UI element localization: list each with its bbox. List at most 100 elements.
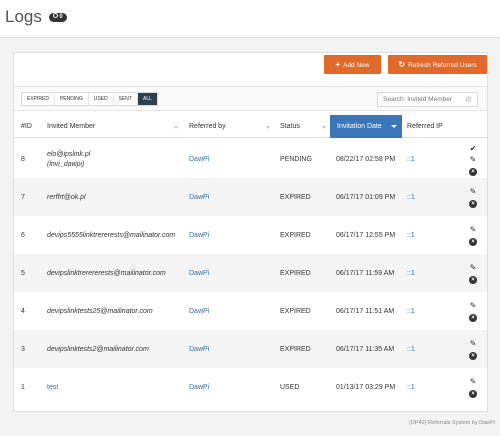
referred-by-link[interactable]: DawPi <box>189 346 209 353</box>
sort-icon <box>266 126 270 129</box>
pencil-icon[interactable]: ✎ <box>467 224 479 235</box>
column-header-status[interactable]: Status <box>280 115 300 138</box>
close-icon[interactable]: × <box>467 235 479 246</box>
row-actions: ✎ × <box>467 338 479 360</box>
referred-by-link[interactable]: DawPi <box>189 308 209 315</box>
table-row: 8 elo@ipslink.pl (invi_dawpi) DawPi PENDING 0… <box>14 140 487 178</box>
invitation-date: 06/17/17 11:59 AM <box>336 270 395 277</box>
row-id: 4 <box>21 308 25 315</box>
table-row: 3 devipslinktests2@mailinator.com DawPi EXP… <box>14 330 487 368</box>
invited-member: devipslinktests2@mailinator.com <box>47 346 149 353</box>
add-new-button[interactable]: + Add New <box>324 55 381 74</box>
close-icon[interactable]: × <box>467 165 479 176</box>
pencil-icon[interactable]: ✎ <box>467 154 479 165</box>
referred-ip: ::1 <box>407 384 415 391</box>
pencil-icon[interactable]: ✎ <box>467 376 479 387</box>
status-value: EXPIRED <box>280 346 311 353</box>
gear-icon[interactable]: ⚙ <box>465 95 472 104</box>
search-icon <box>53 13 59 18</box>
status-value: PENDING <box>280 156 312 163</box>
filter-pending[interactable]: PENDING <box>55 93 89 105</box>
column-header-referred-by[interactable]: Referred by <box>189 115 226 138</box>
close-icon[interactable]: × <box>467 311 479 322</box>
row-actions: ✎ × <box>467 300 479 322</box>
plus-icon: + <box>335 60 341 69</box>
pencil-icon[interactable]: ✎ <box>467 338 479 349</box>
row-actions: ✎ × <box>467 376 479 398</box>
row-id: 1 <box>21 384 25 391</box>
row-id: 6 <box>21 232 25 239</box>
column-id-label: #ID <box>21 123 32 130</box>
count-badge: 0 <box>49 12 67 22</box>
table-row: 1 test DawPi USED 01/13/17 03:29 PM::1 ✎ × <box>14 368 487 406</box>
column-member-label: Invited Member <box>47 123 96 130</box>
column-header-ip[interactable]: Referred IP <box>407 115 443 138</box>
close-icon[interactable]: × <box>467 349 479 360</box>
search-input[interactable] <box>377 92 478 107</box>
invitation-date: 06/17/17 12:55 PM <box>336 232 396 239</box>
row-id: 7 <box>21 194 25 201</box>
row-id: 3 <box>21 346 25 353</box>
close-icon[interactable]: × <box>467 197 479 208</box>
check-icon[interactable]: ✔ <box>467 143 479 154</box>
logs-panel: + Add New ↻ Refresh Referred Users EXPIRED… <box>13 52 488 412</box>
filter-toolbar: EXPIRED PENDING USED SENT ALL ⚙ <box>14 86 487 111</box>
status-value: EXPIRED <box>280 308 311 315</box>
refresh-referred-users-button[interactable]: ↻ Refresh Referred Users <box>388 55 487 74</box>
referred-ip: ::1 <box>407 232 415 239</box>
pencil-icon[interactable]: ✎ <box>467 300 479 311</box>
referred-ip: ::1 <box>407 346 415 353</box>
invited-member: devips5555linktrererests@mailinator.com <box>47 232 176 239</box>
invited-member: elo@ipslink.pl <box>47 151 91 158</box>
chevron-down-icon <box>391 125 397 128</box>
column-ip-label: Referred IP <box>407 123 443 130</box>
column-header-member[interactable]: Invited Member <box>47 115 95 138</box>
row-id: 8 <box>21 156 25 163</box>
status-value: EXPIRED <box>280 194 311 201</box>
status-value: EXPIRED <box>280 232 311 239</box>
pencil-icon[interactable]: ✎ <box>467 186 479 197</box>
invited-member: devipslinktrerererests@mailinator.com <box>47 270 166 277</box>
invited-member: devipslinktests25@mailinator.com <box>47 308 153 315</box>
row-actions: ✔ ✎ × <box>467 143 479 176</box>
row-id: 5 <box>21 270 25 277</box>
filter-expired[interactable]: EXPIRED <box>22 93 55 105</box>
table-row: 5 devipslinktrerererests@mailinator.com Da… <box>14 254 487 292</box>
status-value: EXPIRED <box>280 270 311 277</box>
referred-by-link[interactable]: DawPi <box>189 156 209 163</box>
invited-member-username: (invi_dawpi) <box>47 161 85 168</box>
referred-by-link[interactable]: DawPi <box>189 270 209 277</box>
filter-all[interactable]: ALL <box>137 93 157 105</box>
column-header-id[interactable]: #ID <box>21 115 32 138</box>
column-status-label: Status <box>280 123 300 130</box>
status-value: USED <box>280 384 300 391</box>
pencil-icon[interactable]: ✎ <box>467 262 479 273</box>
page-title: Logs <box>5 7 42 26</box>
footer-credit: (DP42) Referrals System by DawPi <box>409 420 495 426</box>
filter-sent[interactable]: SENT <box>114 93 138 105</box>
row-actions: ✎ × <box>467 262 479 284</box>
filter-used[interactable]: USED <box>89 93 114 105</box>
row-actions: ✎ × <box>467 224 479 246</box>
referred-ip: ::1 <box>407 194 415 201</box>
invited-member: rerffrt@ok.pl <box>47 194 86 201</box>
referred-by-link[interactable]: DawPi <box>189 384 209 391</box>
table-row: 4 devipslinktests25@mailinator.com DawPi EX… <box>14 292 487 330</box>
table-row: 6 devips5555linktrererests@mailinator.com… <box>14 216 487 254</box>
close-icon[interactable]: × <box>467 387 479 398</box>
page-header: Logs 0 <box>0 0 500 38</box>
status-filter-group: EXPIRED PENDING USED SENT ALL <box>21 92 158 106</box>
close-icon[interactable]: × <box>467 273 479 284</box>
invitation-date: 08/22/17 02:58 PM <box>336 156 396 163</box>
invitation-date: 06/17/17 11:51 AM <box>336 308 395 315</box>
invited-member[interactable]: test <box>47 384 58 391</box>
sort-icon <box>174 126 178 129</box>
referred-ip: ::1 <box>407 308 415 315</box>
count-badge-value: 0 <box>59 13 63 20</box>
column-header-date[interactable]: Invitation Date <box>330 115 402 138</box>
table-row: 7 rerffrt@ok.pl DawPi EXPIRED 06/17/17 01:09… <box>14 178 487 216</box>
refresh-label: Refresh Referred Users <box>408 62 477 69</box>
row-actions: ✎ × <box>467 186 479 208</box>
referred-by-link[interactable]: DawPi <box>189 232 209 239</box>
referred-by-link[interactable]: DawPi <box>189 194 209 201</box>
